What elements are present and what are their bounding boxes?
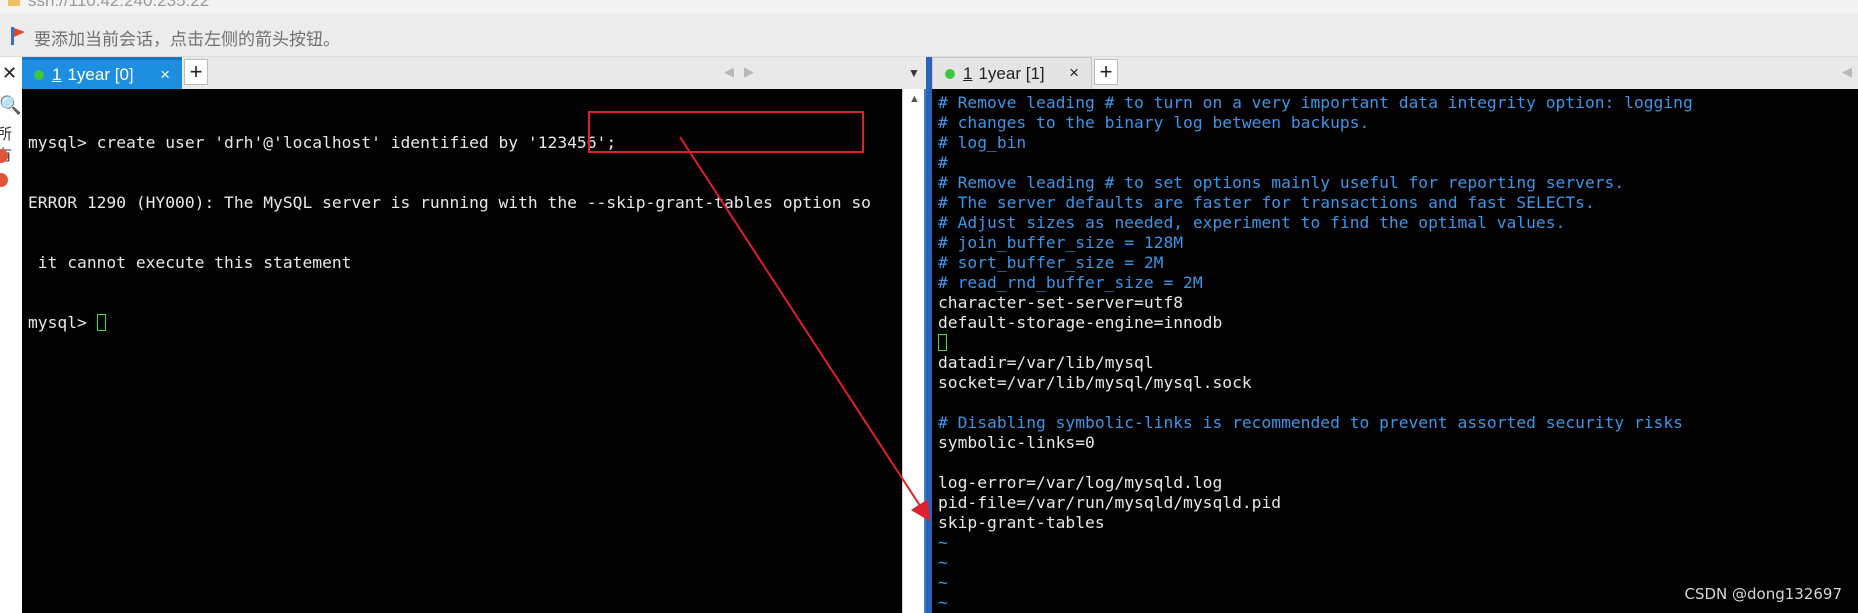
config-line: default-storage-engine=innodb (938, 313, 1223, 332)
config-comment-line: # The server defaults are faster for tra… (938, 193, 1595, 212)
folder-icon (8, 0, 20, 6)
search-icon[interactable]: 🔍 (0, 95, 21, 116)
bookmark-flag-icon[interactable] (9, 26, 27, 46)
close-sidebar-icon[interactable]: ✕ (2, 63, 17, 84)
left-terminal-scrollbar[interactable]: ▲ (902, 89, 926, 613)
vim-empty-line: ~ (938, 553, 948, 572)
config-comment-line: # sort_buffer_size = 2M (938, 253, 1164, 272)
config-line: log-error=/var/log/mysqld.log (938, 473, 1223, 492)
config-comment-line: # Disabling symbolic-links is recommende… (938, 413, 1683, 432)
config-comment-line: # Remove leading # to turn on a very imp… (938, 93, 1693, 112)
tab-label: 1year [1] (978, 63, 1045, 83)
session-hint-text: 要添加当前会话，点击左侧的箭头按钮。 (34, 30, 340, 50)
config-line (938, 453, 1858, 473)
tab-label: 1year [0] (67, 64, 134, 84)
tab-session-right[interactable]: 1 1year [1] × (932, 57, 1092, 89)
terminal-line: ERROR 1290 (HY000): The MySQL server is … (28, 193, 871, 212)
config-comment-line: # join_buffer_size = 128M (938, 233, 1184, 252)
session-icon[interactable] (0, 173, 8, 187)
config-comment-line: # read_rnd_buffer_size = 2M (938, 273, 1203, 292)
right-tab-bar: 1 1year [1] × + ◀ (932, 57, 1858, 89)
watermark: CSDN @dong132697 (1684, 585, 1842, 603)
left-terminal[interactable]: mysql> create user 'drh'@'localhost' ide… (22, 89, 902, 613)
tab-number: 1 (963, 63, 973, 83)
session-sidebar: ✕ 🔍 所有 (0, 57, 23, 613)
config-line: symbolic-links=0 (938, 433, 1095, 452)
mysql-prompt: mysql> (28, 313, 97, 332)
close-tab-icon[interactable]: × (160, 65, 170, 85)
tab-list-dropdown-icon[interactable]: ▼ (908, 66, 920, 80)
terminal-cursor-line (938, 333, 1858, 353)
new-tab-button[interactable]: + (1094, 59, 1118, 85)
terminal-prompt-line: mysql> (28, 313, 902, 333)
tab-scroll-arrows-icon[interactable]: ◀ (1842, 64, 1858, 80)
config-line: datadir=/var/lib/mysql (938, 353, 1154, 372)
right-terminal[interactable]: # Remove leading # to turn on a very imp… (932, 89, 1858, 613)
config-line: socket=/var/lib/mysql/mysql.sock (938, 373, 1252, 392)
config-comment-line: # changes to the binary log between back… (938, 113, 1370, 132)
connected-status-icon (945, 68, 955, 79)
config-comment-line: # Remove leading # to set options mainly… (938, 173, 1625, 192)
scroll-up-icon[interactable]: ▲ (909, 93, 920, 105)
config-line: pid-file=/var/run/mysqld/mysqld.pid (938, 493, 1282, 512)
tab-scroll-arrows-icon[interactable]: ◀▶ (724, 64, 764, 80)
annotation-highlight-box (588, 111, 864, 153)
tab-session-left[interactable]: 1 1year [0] × (22, 57, 182, 89)
new-tab-button[interactable]: + (184, 59, 208, 85)
config-comment-line: # (938, 153, 948, 172)
window-title-bar: ssh://110.42.240.235:22 (0, 0, 1858, 14)
left-tab-bar: 1 1year [0] × + ◀▶ (22, 57, 928, 89)
terminal-cursor (938, 334, 947, 351)
config-line: character-set-server=utf8 (938, 293, 1184, 312)
tab-number: 1 (52, 64, 62, 84)
config-comment-line: # Adjust sizes as needed, experiment to … (938, 213, 1566, 232)
close-tab-icon[interactable]: × (1069, 63, 1079, 83)
window-title: ssh://110.42.240.235:22 (28, 0, 210, 10)
terminal-cursor (96, 314, 106, 331)
terminal-line: it cannot execute this statement (28, 253, 352, 272)
vim-empty-line: ~ (938, 533, 948, 552)
config-line: skip-grant-tables (938, 513, 1105, 532)
connected-status-icon (34, 69, 44, 80)
config-line (938, 393, 1858, 413)
session-hint-bar: 要添加当前会话，点击左侧的箭头按钮。 (0, 14, 1858, 57)
config-comment-line: # log_bin (938, 133, 1027, 152)
